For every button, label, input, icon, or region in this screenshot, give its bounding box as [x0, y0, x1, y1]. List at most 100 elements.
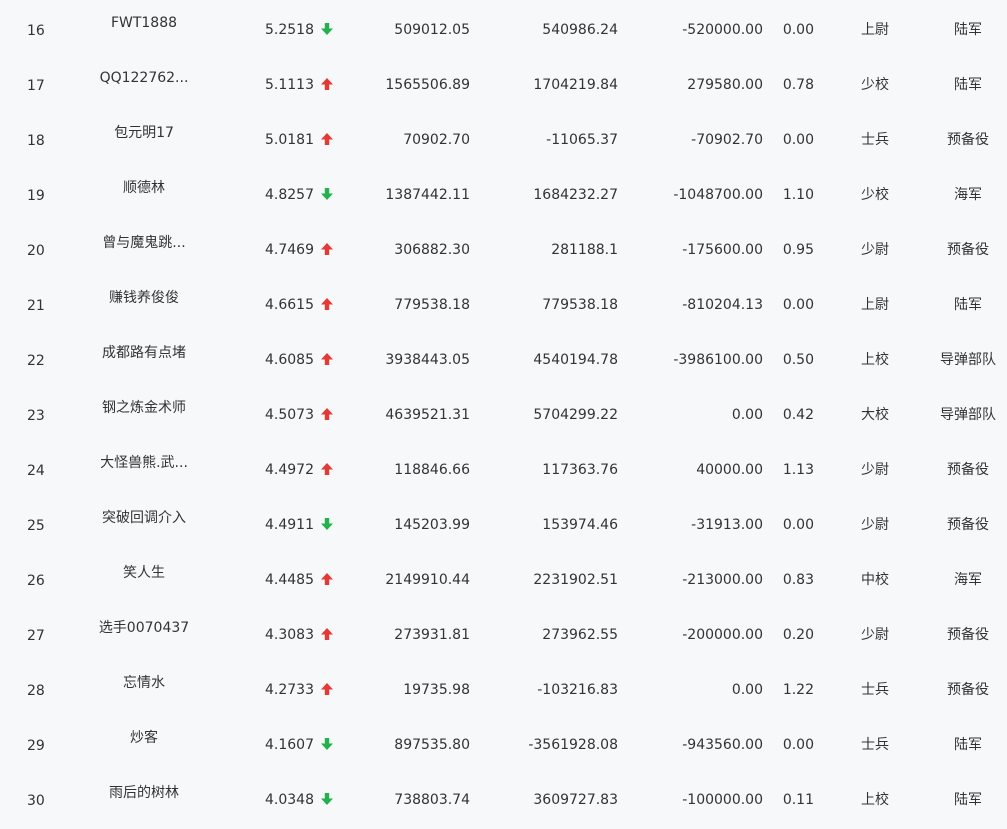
rank-cell: 21	[27, 298, 45, 314]
ratio-cell: 0.83	[782, 572, 814, 588]
arrow-down-icon	[320, 186, 336, 204]
arrow-up-icon	[320, 241, 336, 259]
player-name-link[interactable]: 成都路有点堵	[84, 344, 204, 362]
table-row: 25 突破回调介入 4.4911 145203.99 153974.46 -31…	[0, 497, 1007, 552]
value-1-cell: 70902.70	[403, 132, 470, 148]
player-name-link[interactable]: 钢之炼金术师	[84, 399, 204, 417]
value-1-cell: 738803.74	[394, 792, 470, 808]
rate-cell: 4.7469	[265, 242, 314, 258]
rate-cell: 4.2733	[265, 682, 314, 698]
rank-cell: 28	[27, 683, 45, 699]
rank-cell: 17	[27, 78, 45, 94]
value-2-cell: 4540194.78	[533, 352, 618, 368]
value-3-cell: 0.00	[731, 407, 763, 423]
branch-cell: 陆军	[954, 77, 982, 93]
table-row: 27 选手0070437 4.3083 273931.81 273962.55 …	[0, 607, 1007, 662]
value-1-cell: 118846.66	[394, 462, 470, 478]
value-3-cell: -943560.00	[682, 737, 763, 753]
rank-cell: 30	[27, 793, 45, 809]
branch-cell: 预备役	[947, 242, 989, 258]
player-name-link[interactable]: 顺德林	[84, 179, 204, 197]
arrow-down-icon	[320, 516, 336, 534]
arrow-up-icon	[320, 681, 336, 699]
branch-cell: 导弹部队	[940, 407, 996, 423]
military-rank-cell: 中校	[861, 572, 889, 588]
player-name-link[interactable]: FWT1888	[84, 14, 204, 32]
arrow-up-icon	[320, 461, 336, 479]
value-3-cell: -3986100.00	[673, 352, 763, 368]
ranking-table: 16 FWT1888 5.2518 509012.05 540986.24 -5…	[0, 2, 1007, 829]
rank-cell: 22	[27, 353, 45, 369]
branch-cell: 海军	[954, 572, 982, 588]
value-2-cell: 273962.55	[542, 627, 618, 643]
player-name-link[interactable]: 包元明17	[84, 124, 204, 142]
military-rank-cell: 少校	[861, 77, 889, 93]
table-row: 29 炒客 4.1607 897535.80 -3561928.08 -9435…	[0, 717, 1007, 772]
player-name-link[interactable]: 选手0070437	[84, 619, 204, 637]
military-rank-cell: 上校	[861, 792, 889, 808]
player-name-link[interactable]: 曾与魔鬼跳...	[84, 234, 204, 252]
branch-cell: 预备役	[947, 682, 989, 698]
value-2-cell: 2231902.51	[533, 572, 618, 588]
rate-cell: 4.8257	[265, 187, 314, 203]
military-rank-cell: 上尉	[861, 297, 889, 313]
player-name-link[interactable]: 雨后的树林	[84, 784, 204, 802]
player-name-link[interactable]: 突破回调介入	[84, 509, 204, 527]
branch-cell: 预备役	[947, 627, 989, 643]
player-name-link[interactable]: 大怪兽熊.武...	[84, 454, 204, 472]
arrow-up-icon	[320, 406, 336, 424]
table-row: 28 忘情水 4.2733 19735.98 -103216.83 0.00 1…	[0, 662, 1007, 717]
value-1-cell: 19735.98	[403, 682, 470, 698]
arrow-up-icon	[320, 131, 336, 149]
table-row: 20 曾与魔鬼跳... 4.7469 306882.30 281188.1 -1…	[0, 222, 1007, 277]
table-row: 30 雨后的树林 4.0348 738803.74 3609727.83 -10…	[0, 772, 1007, 827]
value-3-cell: 279580.00	[687, 77, 763, 93]
rank-cell: 19	[27, 188, 45, 204]
ratio-cell: 0.00	[782, 132, 814, 148]
value-1-cell: 4639521.31	[385, 407, 470, 423]
value-1-cell: 897535.80	[394, 737, 470, 753]
value-2-cell: -11065.37	[546, 132, 618, 148]
value-2-cell: 117363.76	[542, 462, 618, 478]
arrow-up-icon	[320, 571, 336, 589]
rank-cell: 23	[27, 408, 45, 424]
ratio-cell: 0.00	[782, 517, 814, 533]
value-3-cell: -1048700.00	[673, 187, 763, 203]
value-1-cell: 1565506.89	[385, 77, 470, 93]
rank-cell: 27	[27, 628, 45, 644]
value-1-cell: 2149910.44	[385, 572, 470, 588]
military-rank-cell: 少尉	[861, 462, 889, 478]
player-name-link[interactable]: 炒客	[84, 729, 204, 747]
rate-cell: 4.3083	[265, 627, 314, 643]
player-name-link[interactable]: QQ122762...	[84, 69, 204, 87]
branch-cell: 预备役	[947, 462, 989, 478]
arrow-up-icon	[320, 296, 336, 314]
player-name-link[interactable]: 笑人生	[84, 564, 204, 582]
ratio-cell: 0.00	[782, 297, 814, 313]
value-3-cell: 40000.00	[696, 462, 763, 478]
player-name-link[interactable]: 忘情水	[84, 674, 204, 692]
ratio-cell: 1.13	[782, 462, 814, 478]
ratio-cell: 1.10	[782, 187, 814, 203]
value-3-cell: -70902.70	[691, 132, 763, 148]
rank-cell: 26	[27, 573, 45, 589]
ratio-cell: 0.00	[782, 737, 814, 753]
value-2-cell: 779538.18	[542, 297, 618, 313]
value-1-cell: 779538.18	[394, 297, 470, 313]
rate-cell: 4.4972	[265, 462, 314, 478]
player-name-link[interactable]: 赚钱养俊俊	[84, 289, 204, 307]
value-3-cell: -175600.00	[682, 242, 763, 258]
value-1-cell: 273931.81	[394, 627, 470, 643]
rank-cell: 16	[27, 23, 45, 39]
ratio-cell: 0.78	[782, 77, 814, 93]
table-row: 16 FWT1888 5.2518 509012.05 540986.24 -5…	[0, 2, 1007, 57]
value-1-cell: 3938443.05	[385, 352, 470, 368]
rate-cell: 5.2518	[265, 22, 314, 38]
rate-cell: 4.6615	[265, 297, 314, 313]
branch-cell: 陆军	[954, 792, 982, 808]
value-1-cell: 509012.05	[394, 22, 470, 38]
branch-cell: 预备役	[947, 517, 989, 533]
value-2-cell: 153974.46	[542, 517, 618, 533]
value-2-cell: -3561928.08	[528, 737, 618, 753]
rate-cell: 4.0348	[265, 792, 314, 808]
